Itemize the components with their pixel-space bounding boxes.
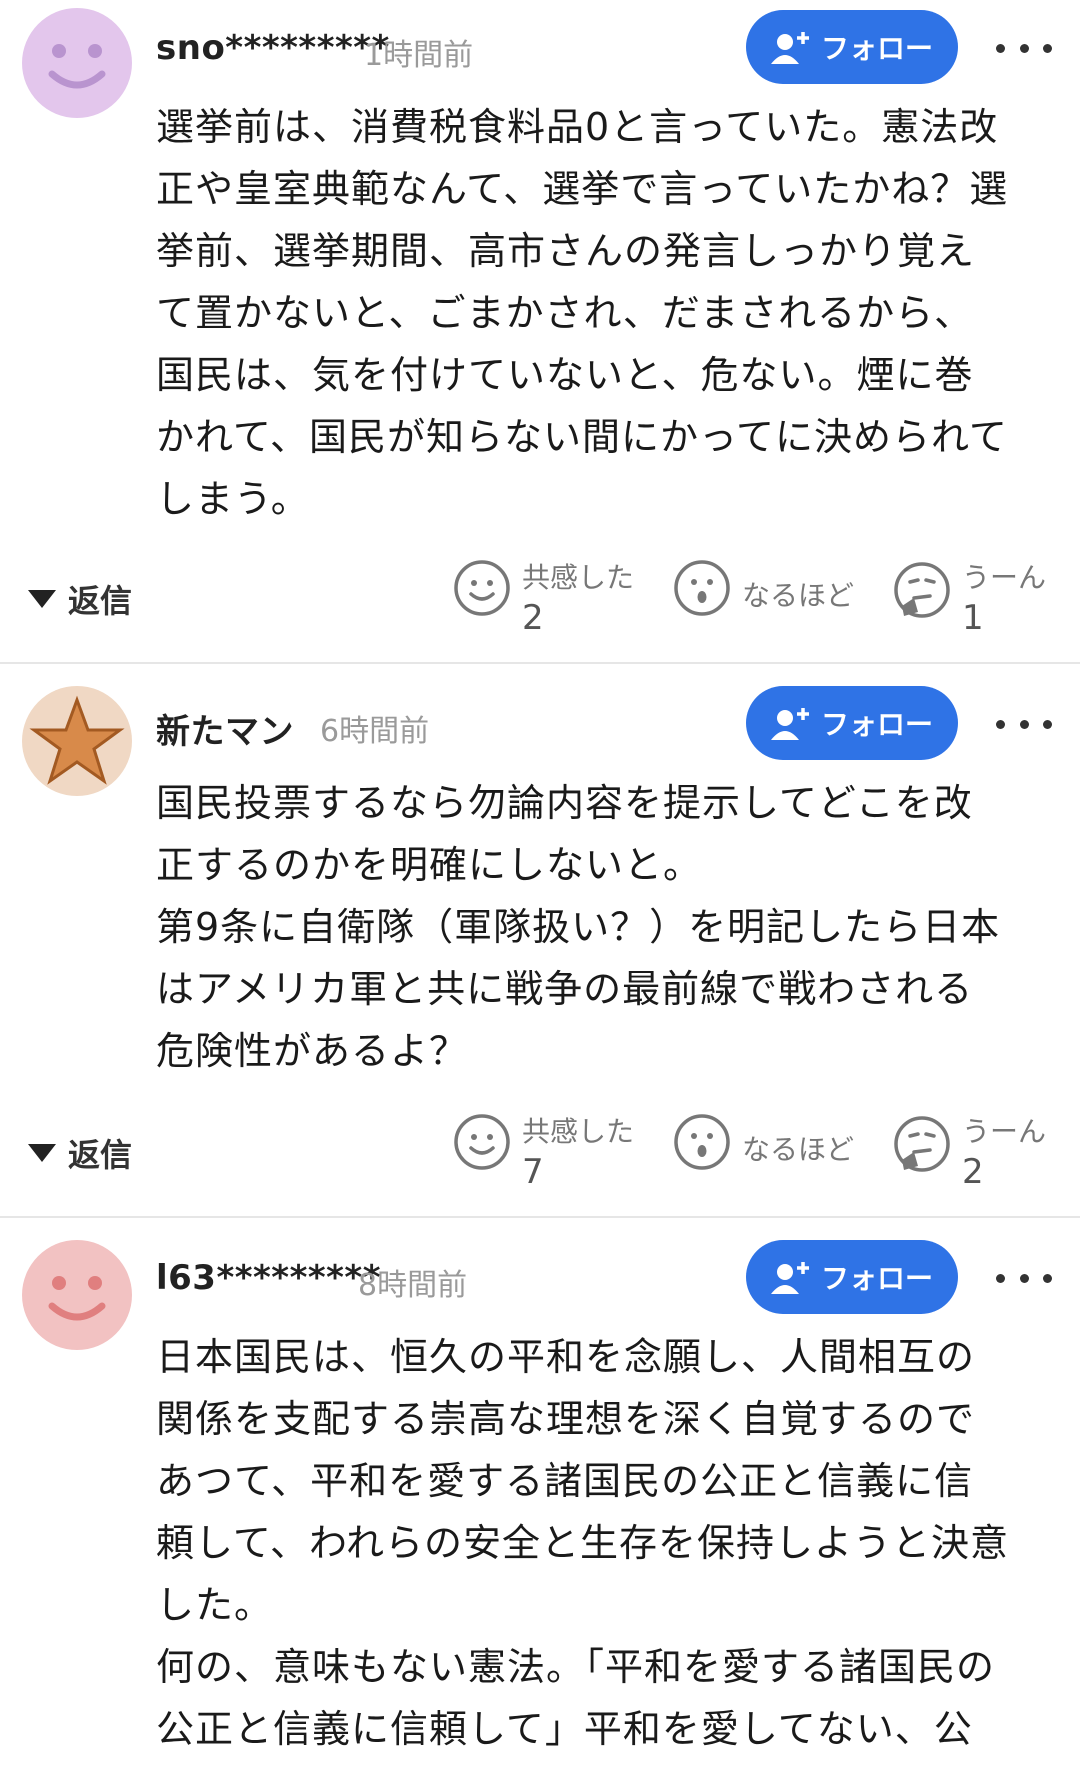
reaction-count: 2: [962, 1152, 984, 1192]
smile-reaction-icon: [454, 1114, 510, 1170]
dot-icon: [1043, 1273, 1052, 1283]
comment-line: した。: [156, 1583, 274, 1627]
comment-line: しまう。: [156, 477, 310, 521]
thinking-reaction-icon: [894, 562, 950, 618]
comment-body: 選挙前は、消費税食料品0と言っていた。憲法改 正や皇室典範なんて、選挙で言ってい…: [156, 96, 1056, 530]
comment-divider: [0, 1216, 1080, 1218]
follow-button[interactable]: フォロー: [746, 686, 958, 760]
follow-label: フォロー: [820, 708, 933, 741]
dot-icon: [1019, 43, 1029, 53]
reply-toggle[interactable]: 返信: [28, 576, 132, 622]
follow-label: フォロー: [820, 32, 933, 65]
comment-line: 日本国民は、恒久の平和を念願し、人間相互の: [156, 1335, 976, 1379]
smiley-face-icon: [48, 1276, 106, 1321]
comment-line: 選挙前は、消費税食料品0と言っていた。憲法改: [156, 105, 999, 149]
reaction-label: うーん: [962, 1115, 1047, 1148]
reaction-naruhodo[interactable]: [672, 1112, 732, 1172]
reaction-count: 1: [962, 598, 984, 638]
reply-label: 返信: [68, 1136, 133, 1174]
comment-line: 第9条に自衛隊（軍隊扱い？）を明記したら日本: [156, 905, 1001, 949]
follow-label: フォロー: [820, 1262, 933, 1295]
comment-line: 正や皇室典範なんて、選挙で言っていたかね？選: [156, 167, 1009, 211]
username[interactable]: 新たマン: [156, 704, 294, 753]
comment-line: 頼して、われらの安全と生存を保持しようと決意: [156, 1521, 1010, 1565]
reaction-label: 共感した: [522, 561, 635, 594]
comment-body: 国民投票するなら勿論内容を提示してどこを改 正するのかを明確にしないと。 第9条…: [156, 772, 1056, 1082]
thinking-reaction-icon: [894, 1116, 950, 1172]
user-avatar[interactable]: [22, 686, 132, 796]
dot-icon: [1019, 719, 1029, 729]
comment-line: あつて、平和を愛する諸国民の公正と信義に信: [156, 1459, 974, 1503]
dot-icon: [996, 719, 1005, 729]
reaction-count: 2: [522, 598, 544, 638]
comment-line: 正するのかを明確にしないと。: [156, 843, 703, 887]
comment-line: 何の、意味もない憲法。「平和を愛する諸国民の: [156, 1645, 996, 1689]
reaction-uun[interactable]: [892, 560, 952, 620]
reaction-label: なるほど: [742, 579, 855, 612]
comment-line: 国民は、気を付けていないと、危ない。煙に巻: [156, 353, 974, 397]
comment-line: 危険性があるよ？: [156, 1029, 469, 1073]
smile-reaction-icon: [454, 560, 510, 616]
reaction-label: 共感した: [522, 1115, 635, 1148]
reaction-count: 7: [522, 1152, 544, 1192]
reaction-label: なるほど: [742, 1133, 855, 1166]
surprised-reaction-icon: [674, 560, 730, 616]
username[interactable]: sno*********: [156, 28, 390, 68]
comment-divider: [0, 662, 1080, 664]
reaction-naruhodo[interactable]: [672, 558, 732, 618]
surprised-reaction-icon: [674, 1114, 730, 1170]
timestamp: 6時間前: [320, 714, 430, 749]
timestamp: 8時間前: [358, 1268, 468, 1303]
follow-button[interactable]: フォロー: [746, 1240, 958, 1314]
reaction-empathy[interactable]: [452, 558, 512, 618]
reply-toggle[interactable]: 返信: [28, 1130, 132, 1176]
comment-line: 公正と信義に信頼して」平和を愛してない、公: [156, 1707, 973, 1751]
user-avatar[interactable]: [22, 1240, 132, 1350]
dot-icon: [1043, 719, 1052, 729]
reply-label: 返信: [68, 582, 133, 620]
dot-icon: [996, 1273, 1005, 1283]
username[interactable]: l63*********: [156, 1258, 381, 1298]
triangle-down-icon: [28, 1144, 56, 1162]
timestamp: 1時間前: [364, 38, 474, 73]
follow-button[interactable]: フォロー: [746, 10, 958, 84]
comment-line: 挙前、選挙期間、高市さんの発言しっかり覚え: [156, 229, 976, 273]
comment-line: はアメリカ軍と共に戦争の最前線で戦わされる: [156, 967, 974, 1011]
reaction-uun[interactable]: [892, 1114, 952, 1174]
comment-line: 関係を支配する崇高な理想を深く自覚するので: [156, 1397, 976, 1441]
comment-line: て置かないと、ごまかされ、だまされるから、: [156, 291, 974, 335]
triangle-down-icon: [28, 590, 56, 608]
more-options-button[interactable]: [996, 1263, 1052, 1293]
dot-icon: [1043, 43, 1052, 53]
user-avatar[interactable]: [22, 8, 132, 118]
star-icon: [29, 695, 125, 785]
add-user-icon: [770, 32, 809, 64]
more-options-button[interactable]: [996, 709, 1052, 739]
smiley-face-icon: [48, 44, 106, 89]
comment-line: 国民投票するなら勿論内容を提示してどこを改: [156, 781, 973, 825]
comment-line: かれて、国民が知らない間にかってに決められて: [156, 415, 1008, 459]
reaction-label: うーん: [962, 561, 1047, 594]
dot-icon: [996, 43, 1005, 53]
more-options-button[interactable]: [996, 33, 1052, 63]
add-user-icon: [770, 708, 809, 740]
add-user-icon: [770, 1262, 809, 1294]
reaction-empathy[interactable]: [452, 1112, 512, 1172]
dot-icon: [1019, 1273, 1029, 1283]
comment-body: 日本国民は、恒久の平和を念願し、人間相互の 関係を支配する崇高な理想を深く自覚す…: [156, 1326, 1056, 1760]
